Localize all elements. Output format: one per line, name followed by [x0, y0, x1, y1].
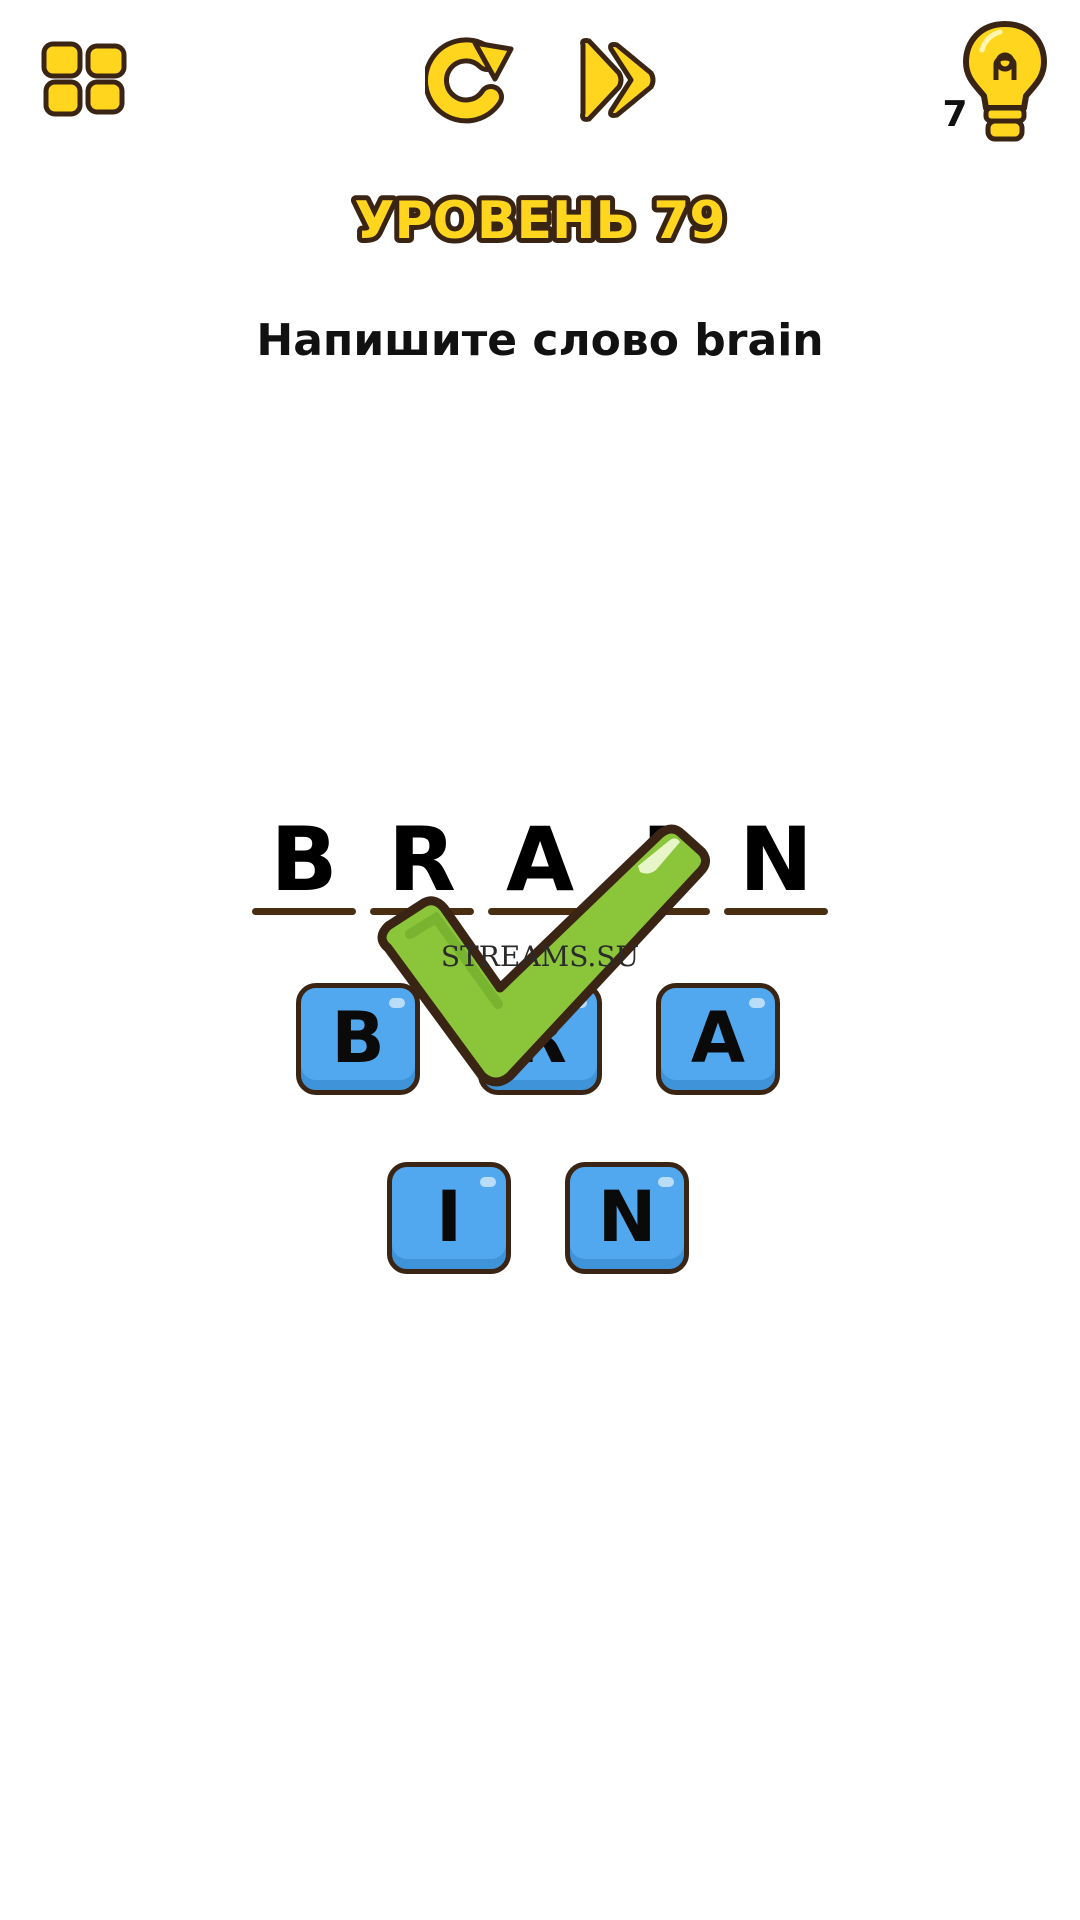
answer-slot: B — [252, 815, 356, 915]
level-title: УРОВЕНЬ 79 — [240, 180, 840, 260]
tile-shine — [480, 1177, 496, 1187]
answer-underline — [252, 908, 356, 915]
answer-underline — [724, 908, 828, 915]
answer-letter: B — [270, 808, 338, 911]
lightbulb-icon — [963, 21, 1047, 142]
tile-letter: I — [435, 1176, 463, 1258]
levels-grid-icon — [41, 41, 127, 117]
restart-button[interactable] — [425, 35, 515, 125]
tile-shine — [658, 1177, 674, 1187]
restart-icon — [425, 37, 514, 124]
tile-letter: N — [597, 1176, 657, 1258]
watermark-text: STREAMS.SU — [440, 940, 640, 973]
skip-icon — [580, 38, 656, 122]
answer-letter: N — [739, 808, 813, 911]
letter-tile-n[interactable]: N — [565, 1162, 689, 1274]
level-title-outline: УРОВЕНЬ 79 — [354, 191, 725, 251]
skip-button[interactable] — [575, 35, 660, 125]
tile-shine — [749, 998, 765, 1008]
hint-button[interactable] — [960, 20, 1050, 145]
answer-slot: N — [724, 815, 828, 915]
question-text: Напишите слово brain — [256, 315, 824, 366]
letter-tile-i[interactable]: I — [387, 1162, 511, 1274]
levels-menu-button[interactable] — [40, 40, 130, 120]
